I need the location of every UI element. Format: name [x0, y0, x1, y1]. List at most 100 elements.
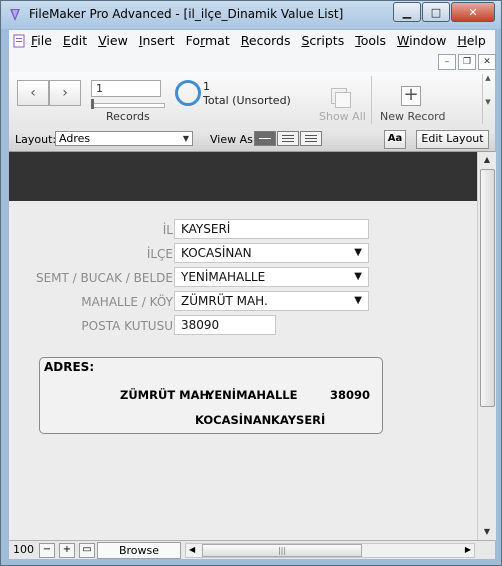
menu-item-2[interactable]: View [98, 33, 128, 48]
ilce-select[interactable]: KOCASİNAN ▼ [174, 243, 369, 263]
window-title: FileMaker Pro Advanced - [il_ilçe_Dinami… [29, 7, 344, 21]
semt-value: YENİMAHALLE [181, 270, 266, 284]
found-status: Total (Unsorted) [203, 94, 291, 107]
il-label: İL [162, 223, 173, 237]
menu-item-5[interactable]: Records [241, 33, 291, 48]
address-semt: YENİMAHALLE [206, 388, 298, 402]
formatting-bar-button[interactable]: Aa [384, 130, 406, 149]
zoom-in-button[interactable]: + [59, 543, 75, 558]
show-all-button[interactable]: Show All [319, 110, 366, 123]
edit-layout-button[interactable]: Edit Layout [416, 130, 489, 149]
menu-item-7[interactable]: Tools [355, 33, 386, 48]
toggle-toolbar-button[interactable]: ▭ [79, 543, 95, 558]
layout-select[interactable]: Adres ▼ [55, 131, 193, 146]
scroll-right-icon[interactable]: ▶ [465, 545, 471, 554]
semt-select[interactable]: YENİMAHALLE ▼ [174, 267, 369, 287]
menu-item-4[interactable]: Format [186, 33, 230, 48]
menu-item-1[interactable]: Edit [63, 33, 87, 48]
zoom-out-button[interactable]: − [39, 543, 55, 558]
mahalle-value: ZÜMRÜT MAH. [181, 294, 268, 308]
app-window: FileMaker Pro Advanced - [il_ilçe_Dinami… [0, 0, 502, 566]
document-controls: – ❐ ✕ [9, 52, 496, 72]
maximize-button[interactable]: □ [422, 2, 450, 22]
il-field[interactable]: KAYSERİ [174, 219, 369, 239]
horizontal-scroll-thumb[interactable]: ||| [202, 544, 362, 557]
close-button[interactable]: ✕ [451, 2, 495, 22]
found-set-pie-icon [175, 80, 201, 106]
semt-label: SEMT / BUCAK / BELDE [35, 271, 173, 285]
layout-label: Layout: [15, 133, 57, 146]
vertical-scrollbar[interactable]: ▲ ▼ [477, 152, 496, 540]
restore-icon: ❐ [462, 57, 472, 67]
maximize-icon: □ [430, 5, 442, 19]
chevron-down-icon: ▼ [354, 247, 362, 258]
new-record-icon[interactable]: + [401, 86, 421, 106]
record-slider-handle[interactable] [91, 99, 94, 109]
menu-item-3[interactable]: Insert [139, 33, 175, 48]
toolbar-separator [371, 76, 372, 124]
chevron-down-icon: ▼ [182, 134, 189, 143]
posta-label: POSTA KUTUSU [81, 319, 173, 333]
header-band [9, 152, 477, 201]
ilce-value: KOCASİNAN [181, 246, 252, 260]
plus-icon: + [62, 544, 72, 555]
layout-content: İL KAYSERİ İLÇE KOCASİNAN ▼ SEMT / BUCAK… [9, 152, 477, 540]
address-posta: 38090 [330, 388, 371, 402]
zoom-level[interactable]: 100 [13, 543, 34, 556]
ilce-label: İLÇE [146, 247, 173, 261]
address-title: ADRES: [44, 360, 95, 374]
scroll-down-icon[interactable]: ▼ [478, 524, 496, 540]
close-icon: ✕ [483, 57, 491, 67]
filemaker-app-icon [10, 9, 20, 21]
menu-item-9[interactable]: Help [457, 33, 486, 48]
chevron-down-icon: ▼ [354, 295, 362, 306]
view-as-form-button[interactable] [254, 131, 276, 146]
mode-popup[interactable]: Browse [97, 542, 181, 559]
mahalle-label: MAHALLE / KÖY [81, 295, 173, 309]
document-icon [13, 34, 25, 48]
address-mahalle: ZÜMRÜT MAH. [120, 388, 214, 402]
found-count: 1 [203, 80, 210, 93]
show-all-icon [331, 88, 351, 108]
menu-item-6[interactable]: Scripts [301, 33, 344, 48]
view-as-table-button[interactable] [300, 131, 322, 146]
toolbar-scroll[interactable]: ▲ ▼ [482, 74, 493, 124]
window-icon: ▭ [82, 544, 92, 555]
new-record-button[interactable]: New Record [380, 110, 446, 123]
current-record-input[interactable]: 1 [91, 80, 161, 97]
scroll-up-icon[interactable]: ▲ [478, 152, 496, 168]
menu-item-8[interactable]: Window [397, 33, 446, 48]
minimize-button[interactable]: ▁ [393, 2, 421, 22]
doc-minimize-button[interactable]: – [438, 54, 456, 70]
chevron-left-icon: ‹ [30, 85, 36, 101]
address-box: ADRES: ZÜMRÜT MAH. YENİMAHALLE 38090 KOC… [39, 357, 383, 434]
minimize-icon: – [444, 57, 450, 67]
horizontal-scrollbar[interactable]: ◀ ||| ▶ [185, 543, 475, 558]
doc-close-button[interactable]: ✕ [478, 54, 496, 70]
doc-restore-button[interactable]: ❐ [458, 54, 476, 70]
posta-field[interactable]: 38090 [174, 315, 276, 335]
menu-item-0[interactable]: File [31, 33, 52, 48]
close-icon: ✕ [468, 5, 478, 19]
chevron-down-icon: ▼ [354, 271, 362, 282]
record-slider[interactable] [91, 103, 165, 108]
menu-bar: File Edit View Insert Format Records Scripts To… [9, 30, 495, 53]
layout-bar: Layout: Adres ▼ View As: Aa Edit Layout [9, 128, 495, 152]
address-ilce: KOCASİNAN [195, 413, 272, 427]
scroll-left-icon[interactable]: ◀ [189, 545, 195, 554]
address-il: KAYSERİ [271, 413, 326, 427]
next-record-button[interactable]: › [49, 80, 81, 106]
scroll-thumb[interactable] [480, 169, 495, 407]
chevron-right-icon: › [62, 85, 68, 101]
minimize-icon: ▁ [402, 5, 412, 19]
mahalle-select[interactable]: ZÜMRÜT MAH. ▼ [174, 291, 369, 311]
layout-select-value: Adres [59, 132, 91, 145]
previous-record-button[interactable]: ‹ [17, 80, 49, 106]
title-bar[interactable]: FileMaker Pro Advanced - [il_ilçe_Dinami… [1, 1, 501, 29]
view-as-list-button[interactable] [277, 131, 299, 146]
status-toolbar: ‹ › 1 Records 1 Total (Unsorted) Show Al… [9, 72, 495, 129]
records-label: Records [106, 110, 150, 123]
menu-items: File Edit View Insert Format Records Scripts To… [31, 33, 497, 48]
view-as-label: View As: [210, 133, 257, 146]
status-bar: 100 − + ▭ Browse ◀ ||| ▶ [9, 540, 495, 559]
